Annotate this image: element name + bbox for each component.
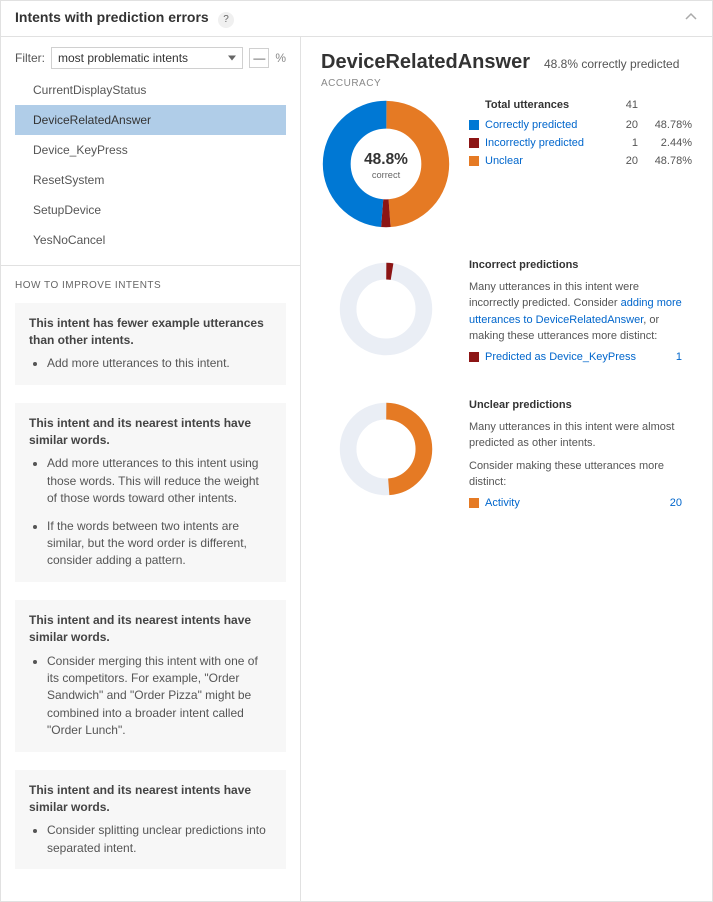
panel: Intents with prediction errors ? Filter:… <box>0 0 713 902</box>
chevron-up-icon[interactable] <box>684 10 698 27</box>
stat-pct: 48.78% <box>648 155 692 167</box>
howto-card-head: This intent and its nearest intents have… <box>29 782 272 817</box>
incorrect-item-label[interactable]: Predicted as Device_KeyPress <box>485 351 654 363</box>
incorrect-title: Incorrect predictions <box>469 259 692 271</box>
filter-select-value: most problematic intents <box>58 51 188 65</box>
unclear-item: Activity20 <box>469 497 692 509</box>
stat-count: 1 <box>610 137 638 149</box>
incorrect-stats: Incorrect predictions Many utterances in… <box>469 259 692 369</box>
howto-card: This intent and its nearest intents have… <box>15 770 286 870</box>
intent-list: CurrentDisplayStatusDeviceRelatedAnswerD… <box>15 75 286 255</box>
howto-card: This intent and its nearest intents have… <box>15 600 286 752</box>
intent-item[interactable]: ResetSystem <box>15 165 286 195</box>
incorrect-item: Predicted as Device_KeyPress1 <box>469 351 692 363</box>
howto-bullet: Add more utterances to this intent. <box>47 355 272 372</box>
unclear-stats: Unclear predictions Many utterances in t… <box>469 399 692 515</box>
donut-center-pct: 48.8% <box>364 151 408 168</box>
howto-card: This intent has fewer example utterances… <box>15 303 286 385</box>
howto-card: This intent and its nearest intents have… <box>15 403 286 582</box>
stat-pct: 2.44% <box>648 137 692 149</box>
stat-count: 20 <box>610 119 638 131</box>
panel-title: Intents with prediction errors <box>15 9 209 25</box>
unclear-donut <box>321 399 451 515</box>
detail-title: DeviceRelatedAnswer <box>321 51 530 74</box>
intent-item[interactable]: YesNoCancel <box>15 225 286 255</box>
unclear-items: Activity20 <box>469 497 692 509</box>
unclear-text2: Consider making these utterances more di… <box>469 458 692 491</box>
total-row: Total utterances 41 <box>469 99 692 111</box>
stat-rows: Correctly predicted2048.78%Incorrectly p… <box>469 119 692 167</box>
filter-label: Filter: <box>15 51 45 65</box>
stat-label[interactable]: Incorrectly predicted <box>485 137 610 149</box>
incorrect-section: Incorrect predictions Many utterances in… <box>321 259 692 369</box>
color-swatch <box>469 138 479 148</box>
panel-header: Intents with prediction errors ? <box>1 1 712 37</box>
incorrect-items: Predicted as Device_KeyPress1 <box>469 351 692 363</box>
filter-row: Filter: most problematic intents — % <box>15 47 286 69</box>
intent-item[interactable]: Device_KeyPress <box>15 135 286 165</box>
incorrect-text: Many utterances in this intent were inco… <box>469 279 692 345</box>
accuracy-section: 48.8% correct Total utterances 41 Correc… <box>321 99 692 229</box>
howto-section: HOW TO IMPROVE INTENTS This intent has f… <box>1 266 300 902</box>
howto-card-head: This intent and its nearest intents have… <box>29 612 272 647</box>
panel-body: Filter: most problematic intents — % Cur… <box>1 37 712 902</box>
stat-row: Correctly predicted20 48.78% <box>469 119 692 131</box>
accuracy-stats: Total utterances 41 Correctly predicted2… <box>469 99 692 229</box>
unclear-text1: Many utterances in this intent were almo… <box>469 419 692 452</box>
howto-title: HOW TO IMPROVE INTENTS <box>15 280 286 291</box>
percent-label: % <box>275 51 286 65</box>
stat-count: 20 <box>610 155 638 167</box>
incorrect-donut <box>321 259 451 369</box>
color-swatch <box>469 352 479 362</box>
color-swatch <box>469 498 479 508</box>
stat-pct: 48.78% <box>648 119 692 131</box>
stat-row: Incorrectly predicted1 2.44% <box>469 137 692 149</box>
intent-item[interactable]: DeviceRelatedAnswer <box>15 105 286 135</box>
filter-section: Filter: most problematic intents — % Cur… <box>1 37 300 266</box>
help-icon[interactable]: ? <box>218 12 234 28</box>
stat-row: Unclear20 48.78% <box>469 155 692 167</box>
intent-item[interactable]: CurrentDisplayStatus <box>15 75 286 105</box>
howto-card-head: This intent has fewer example utterances… <box>29 315 272 350</box>
howto-bullet: Consider merging this intent with one of… <box>47 653 272 740</box>
howto-bullet: If the words between two intents are sim… <box>47 518 272 570</box>
stat-label[interactable]: Unclear <box>485 155 610 167</box>
accuracy-donut: 48.8% correct <box>321 99 451 229</box>
unclear-section: Unclear predictions Many utterances in t… <box>321 399 692 515</box>
right-column: DeviceRelatedAnswer 48.8% correctly pred… <box>301 37 712 902</box>
donut-center-sub: correct <box>372 169 401 179</box>
incorrect-item-count[interactable]: 1 <box>654 351 682 363</box>
stat-label[interactable]: Correctly predicted <box>485 119 610 131</box>
unclear-item-count[interactable]: 20 <box>654 497 682 509</box>
unclear-title: Unclear predictions <box>469 399 692 411</box>
filter-select[interactable]: most problematic intents <box>51 47 243 69</box>
detail-header: DeviceRelatedAnswer 48.8% correctly pred… <box>321 51 692 74</box>
total-label: Total utterances <box>485 99 610 111</box>
accuracy-label: ACCURACY <box>321 78 692 89</box>
detail-subtitle: 48.8% correctly predicted <box>544 57 679 71</box>
howto-card-head: This intent and its nearest intents have… <box>29 415 272 450</box>
total-count: 41 <box>610 99 638 111</box>
unclear-item-label[interactable]: Activity <box>485 497 654 509</box>
color-swatch <box>469 156 479 166</box>
howto-bullet: Consider splitting unclear predictions i… <box>47 822 272 857</box>
left-column: Filter: most problematic intents — % Cur… <box>1 37 301 902</box>
intent-item[interactable]: SetupDevice <box>15 195 286 225</box>
filter-clear-button[interactable]: — <box>249 48 269 68</box>
panel-title-group: Intents with prediction errors ? <box>15 9 234 28</box>
howto-cards: This intent has fewer example utterances… <box>15 303 286 870</box>
howto-bullet: Add more utterances to this intent using… <box>47 455 272 507</box>
color-swatch <box>469 120 479 130</box>
